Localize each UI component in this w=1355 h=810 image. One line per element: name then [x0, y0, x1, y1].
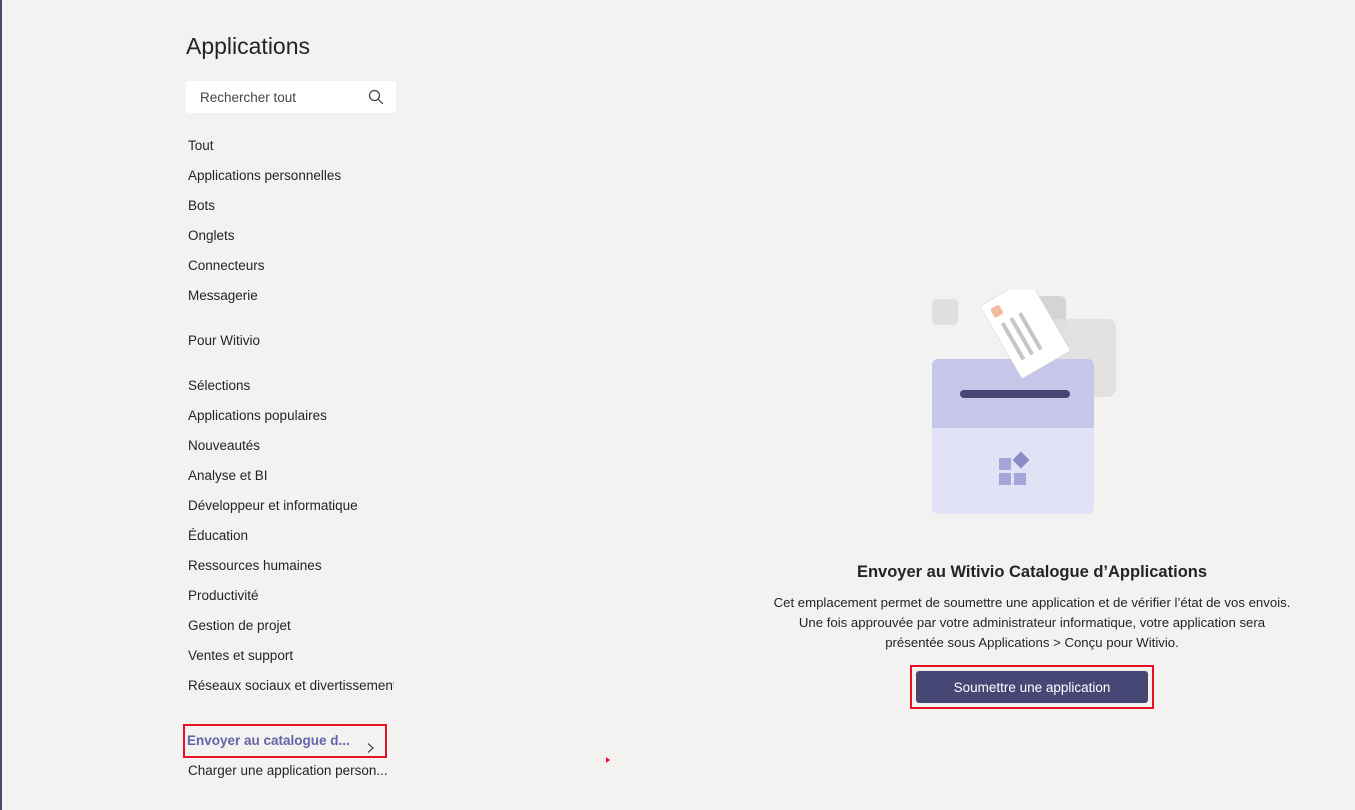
nav-item-developpeur-informatique[interactable]: Développeur et informatique: [186, 491, 400, 521]
search-box[interactable]: [186, 81, 396, 113]
submit-button-highlight: Soumettre une application: [910, 665, 1154, 709]
search-icon[interactable]: [368, 89, 384, 105]
nav-item-pour-witivio[interactable]: Pour Witivio: [186, 326, 400, 356]
nav-item-messagerie[interactable]: Messagerie: [186, 281, 400, 311]
chevron-right-icon: [365, 735, 375, 753]
nav-item-gestion-projet[interactable]: Gestion de projet: [186, 611, 400, 641]
app-window: Applications Tout Applications personnel…: [0, 0, 1355, 810]
nav-item-tout[interactable]: Tout: [186, 131, 400, 161]
nav-item-productivite[interactable]: Productivité: [186, 581, 400, 611]
panel-description: Cet emplacement permet de soumettre une …: [773, 595, 1291, 650]
page-title: Applications: [186, 33, 311, 59]
nav-item-applications-personnelles[interactable]: Applications personnelles: [186, 161, 400, 191]
search-input[interactable]: [198, 88, 368, 106]
nav-item-nouveautes[interactable]: Nouveautés: [186, 431, 400, 461]
panel-heading: Envoyer au Witivio Catalogue d’Applicati…: [856, 563, 1208, 581]
nav-item-envoyer-catalogue[interactable]: Envoyer au catalogue d...: [183, 724, 387, 758]
submission-box-illustration: [932, 278, 1132, 520]
nav-item-ressources-humaines[interactable]: Ressources humaines: [186, 551, 400, 581]
nav-item-ventes-support[interactable]: Ventes et support: [186, 641, 400, 671]
nav-item-analyse-bi[interactable]: Analyse et BI: [186, 461, 400, 491]
nav-group-app-types: Tout Applications personnelles Bots Ongl…: [186, 131, 400, 311]
nav-item-charger-application[interactable]: Charger une application person...: [186, 756, 400, 786]
submit-app-button[interactable]: Soumettre une application: [916, 671, 1148, 703]
nav-item-envoyer-catalogue-label: Envoyer au catalogue d...: [187, 733, 350, 748]
nav-group-org: Pour Witivio: [186, 326, 400, 356]
cursor-marker: [606, 757, 610, 763]
nav-group-manage: Envoyer au catalogue d... Charger une ap…: [183, 724, 400, 786]
nav-item-bots[interactable]: Bots: [186, 191, 400, 221]
nav-item-connecteurs[interactable]: Connecteurs: [186, 251, 400, 281]
nav-item-education[interactable]: Éducation: [186, 521, 400, 551]
sidebar: Applications Tout Applications personnel…: [183, 28, 400, 786]
nav-item-reseaux-sociaux[interactable]: Réseaux sociaux et divertissement: [186, 671, 394, 701]
submit-app-panel: Envoyer au Witivio Catalogue d’Applicati…: [772, 278, 1292, 709]
nav-item-selections[interactable]: Sélections: [186, 371, 400, 401]
nav-item-onglets[interactable]: Onglets: [186, 221, 400, 251]
nav-group-categories: Sélections Applications populaires Nouve…: [186, 371, 400, 701]
nav-item-applications-populaires[interactable]: Applications populaires: [186, 401, 400, 431]
